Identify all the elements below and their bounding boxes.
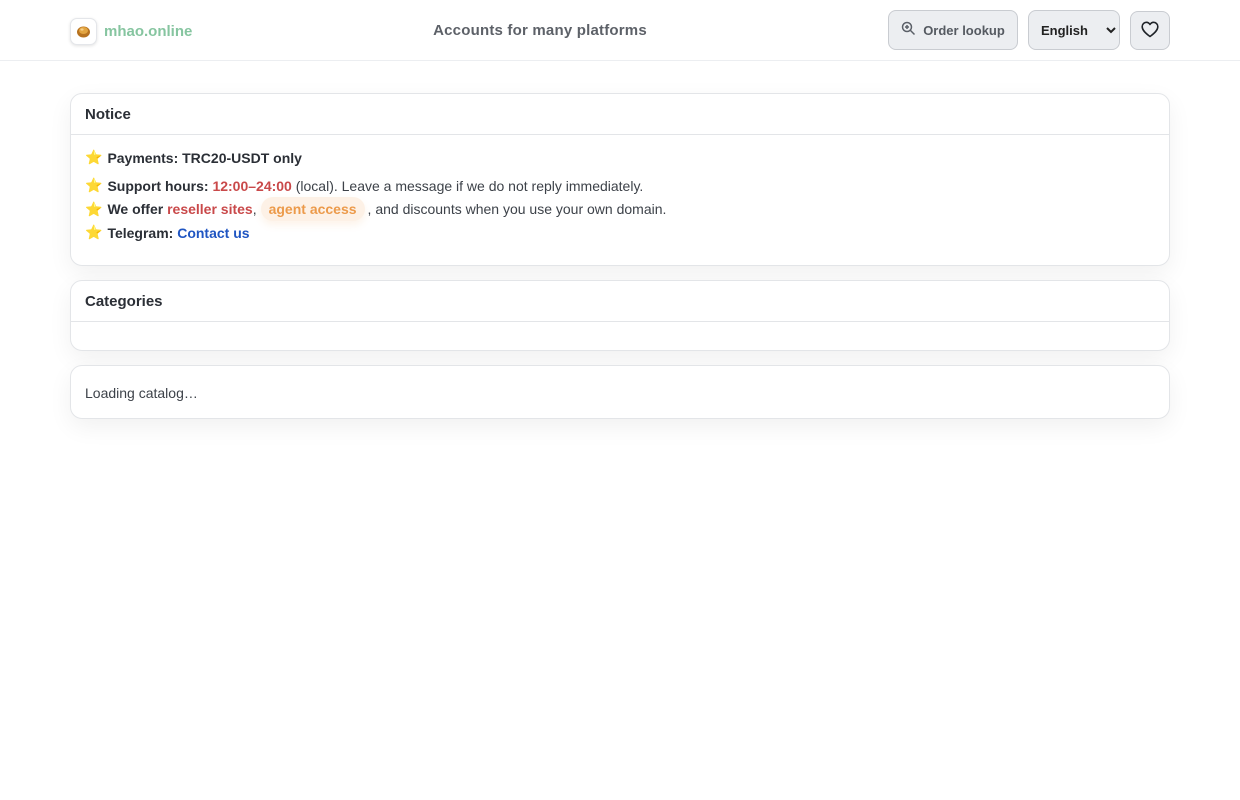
reseller-sites-highlight: reseller sites — [167, 201, 253, 217]
favorites-button[interactable] — [1130, 11, 1170, 50]
telegram-contact-link[interactable]: Contact us — [177, 225, 249, 241]
brand-name: mhao.online — [104, 22, 193, 40]
offer-note: , and discounts when you use your own do… — [367, 201, 667, 217]
support-note: (local). Leave a message if we do not re… — [291, 177, 644, 194]
offer-label: We offer — [107, 201, 164, 217]
language-select[interactable]: English — [1028, 10, 1120, 50]
catalog-card: Loading catalog… — [70, 365, 1170, 419]
support-label: Support hours: — [107, 177, 209, 194]
order-lookup-button[interactable]: Order lookup — [888, 10, 1018, 50]
search-zoom-icon — [901, 21, 916, 39]
brand-link[interactable]: mhao.online — [70, 17, 192, 45]
star-icon: ⭐ — [85, 177, 103, 193]
heart-icon — [1141, 21, 1159, 41]
order-lookup-label: Order lookup — [923, 22, 1005, 38]
support-hours: 12:00–24:00 — [212, 177, 292, 194]
categories-card: Categories — [70, 280, 1170, 351]
payments-text: Payments: TRC20-USDT only — [107, 149, 302, 166]
star-icon: ⭐ — [85, 224, 103, 240]
notice-line-telegram: ⭐ Telegram: Contact us — [85, 223, 1155, 242]
star-icon: ⭐ — [85, 149, 103, 165]
star-icon: ⭐ — [85, 200, 103, 217]
notice-line-support: ⭐ Support hours: 12:00–24:00 (local). Le… — [85, 176, 1155, 195]
offer-comma: , — [252, 201, 257, 217]
catalog-loading-text: Loading catalog… — [85, 385, 198, 401]
agent-access-badge: agent access — [260, 197, 365, 221]
notice-line-payments: ⭐ Payments: TRC20-USDT only — [85, 148, 1155, 167]
notice-body: ⭐ Payments: TRC20-USDT only ⭐ Support ho… — [71, 135, 1169, 242]
telegram-label: Telegram: — [107, 224, 174, 241]
notice-title: Notice — [71, 94, 1169, 135]
notice-card: Notice ⭐ Payments: TRC20-USDT only ⭐ Sup… — [70, 93, 1170, 266]
categories-title: Categories — [71, 281, 1169, 322]
brand-logo-icon — [70, 17, 97, 45]
site-tagline: Accounts for many platforms — [433, 22, 647, 39]
top-bar: mhao.online Accounts for many platforms … — [0, 0, 1240, 61]
notice-line-offer: ⭐ We offer reseller sites, agent access,… — [85, 196, 1155, 222]
